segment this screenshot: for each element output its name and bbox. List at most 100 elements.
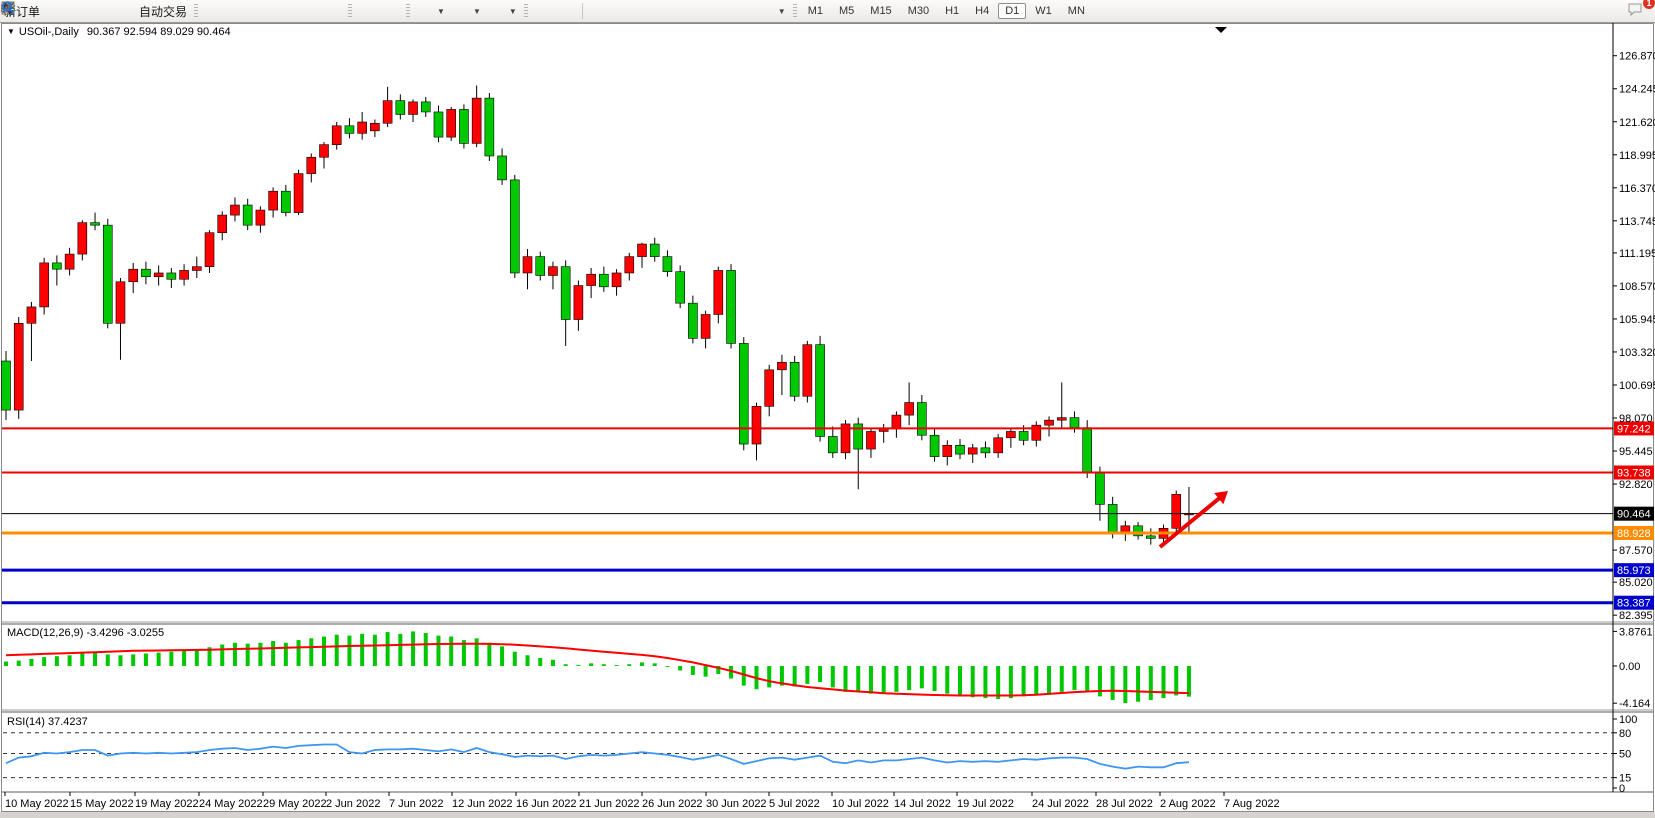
timeframe-mn[interactable]: MN (1061, 3, 1092, 19)
periods-button[interactable]: ▼ (449, 1, 485, 21)
date-axis-label[interactable]: 10 Jul 2022 (832, 798, 889, 810)
date-axis-label[interactable]: 15 May 2022 (70, 798, 134, 810)
candle-down (536, 257, 545, 276)
ohlc-values: 90.367 92.594 89.029 90.464 (87, 26, 231, 38)
crosshair-icon (559, 3, 575, 19)
auto-trading-icon (120, 3, 136, 19)
candle-down (1095, 473, 1104, 504)
fibonacci-icon: F (686, 3, 702, 19)
price-axis-label: 126.870 (1619, 51, 1655, 63)
date-axis-label[interactable]: 10 May 2022 (5, 798, 69, 810)
date-axis-label[interactable]: 7 Jun 2022 (389, 798, 443, 810)
date-axis-label[interactable]: 2 Jun 2022 (326, 798, 380, 810)
timeframe-d1[interactable]: D1 (998, 3, 1026, 19)
candle-up (218, 215, 227, 233)
date-axis-label[interactable]: 30 Jun 2022 (706, 798, 767, 810)
auto-trading-button[interactable]: 自动交易 (116, 1, 191, 21)
date-axis-label[interactable]: 28 Jul 2022 (1096, 798, 1153, 810)
candle-down (141, 269, 150, 277)
candle-down (956, 445, 965, 454)
candle-up (1172, 494, 1181, 528)
crosshair-button[interactable] (555, 1, 579, 21)
timeframe-m30[interactable]: M30 (901, 3, 936, 19)
trendline-button[interactable] (634, 1, 658, 21)
candle-up (129, 269, 138, 282)
date-axis-label[interactable]: 2 Aug 2022 (1160, 798, 1216, 810)
timeframe-m1[interactable]: M1 (801, 3, 830, 19)
channel-button[interactable]: E (658, 1, 682, 21)
candle-up (78, 223, 87, 254)
candle-down (1146, 536, 1155, 539)
candle-down (103, 225, 112, 323)
date-axis-label[interactable]: 5 Jul 2022 (769, 798, 820, 810)
timeframe-m15[interactable]: M15 (863, 3, 898, 19)
bar-chart-button[interactable] (201, 1, 225, 21)
candle-up (625, 257, 634, 273)
candle-down (396, 101, 405, 115)
candle-down (345, 126, 354, 134)
price-tag-value: 90.464 (1617, 509, 1651, 521)
date-axis-label[interactable]: 16 Jun 2022 (516, 798, 577, 810)
timeframe-h1[interactable]: H1 (938, 3, 966, 19)
price-axis-label: 111.195 (1619, 248, 1655, 260)
text-label-button[interactable]: T (730, 1, 754, 21)
data-window-button[interactable] (68, 1, 92, 21)
timeframe-w1[interactable]: W1 (1028, 3, 1059, 19)
notification-badge: 1 (1643, 0, 1655, 9)
candle-down (561, 267, 570, 320)
horizontal-line-button[interactable] (610, 1, 634, 21)
candlestick-chart-button[interactable] (225, 1, 249, 21)
line-chart-button[interactable] (249, 1, 273, 21)
arrows-button[interactable]: ▼ (754, 1, 790, 21)
price-axis-label: 116.370 (1619, 183, 1655, 195)
date-axis-label[interactable]: 21 Jun 2022 (579, 798, 640, 810)
date-axis-label[interactable]: 24 Jul 2022 (1032, 798, 1089, 810)
text-icon: A (710, 3, 726, 19)
candle-down (599, 274, 608, 287)
new-chart-button[interactable]: ▼ (413, 1, 449, 21)
date-axis-label[interactable]: 24 May 2022 (199, 798, 263, 810)
chart-shift-button[interactable] (379, 1, 403, 21)
templates-button[interactable]: ▼ (485, 1, 521, 21)
market-watch-icon (48, 3, 64, 19)
timeframe-m5[interactable]: M5 (832, 3, 861, 19)
chart-autoscroll-button[interactable] (355, 1, 379, 21)
search-button[interactable] (1603, 1, 1627, 21)
price-axis-label: 118.995 (1619, 150, 1655, 162)
chart-canvas: 97.24293.73890.46488.92885.97383.387126.… (0, 0, 1655, 818)
auto-trading-label: 自动交易 (139, 3, 187, 20)
candle-down (421, 102, 430, 112)
candle-down (2, 361, 11, 410)
date-axis-label[interactable]: 7 Aug 2022 (1224, 798, 1280, 810)
candle-up (765, 370, 774, 406)
date-axis-label[interactable]: 14 Jul 2022 (894, 798, 951, 810)
cursor-button[interactable] (531, 1, 555, 21)
text-button[interactable]: A (706, 1, 730, 21)
date-axis-label[interactable]: 19 May 2022 (135, 798, 199, 810)
date-axis-label[interactable]: 12 Jun 2022 (452, 798, 513, 810)
date-axis-label[interactable]: 29 May 2022 (263, 798, 327, 810)
candle-up (1006, 431, 1015, 437)
toolbar-grip (194, 4, 198, 18)
price-axis-label: 103.320 (1619, 347, 1655, 359)
news-button[interactable] (92, 1, 116, 21)
date-axis-label[interactable]: 26 Jun 2022 (642, 798, 703, 810)
zoom-out-button[interactable] (297, 1, 321, 21)
market-watch-button[interactable] (44, 1, 68, 21)
candle-down (1070, 418, 1079, 428)
trendline-icon (638, 3, 654, 19)
tile-windows-button[interactable] (321, 1, 345, 21)
candle-down (459, 109, 468, 143)
candle-down (485, 98, 494, 156)
vertical-line-button[interactable] (586, 1, 610, 21)
zoom-in-button[interactable] (273, 1, 297, 21)
candle-up (638, 244, 647, 257)
fibonacci-button[interactable]: F (682, 1, 706, 21)
rsi-axis-label: 80 (1619, 728, 1631, 740)
candle-down (1019, 431, 1028, 440)
candle-down (91, 223, 100, 226)
price-axis-label: 100.695 (1619, 380, 1655, 392)
chat-button[interactable]: 1 (1627, 1, 1651, 21)
date-axis-label[interactable]: 19 Jul 2022 (957, 798, 1014, 810)
timeframe-h4[interactable]: H4 (968, 3, 996, 19)
